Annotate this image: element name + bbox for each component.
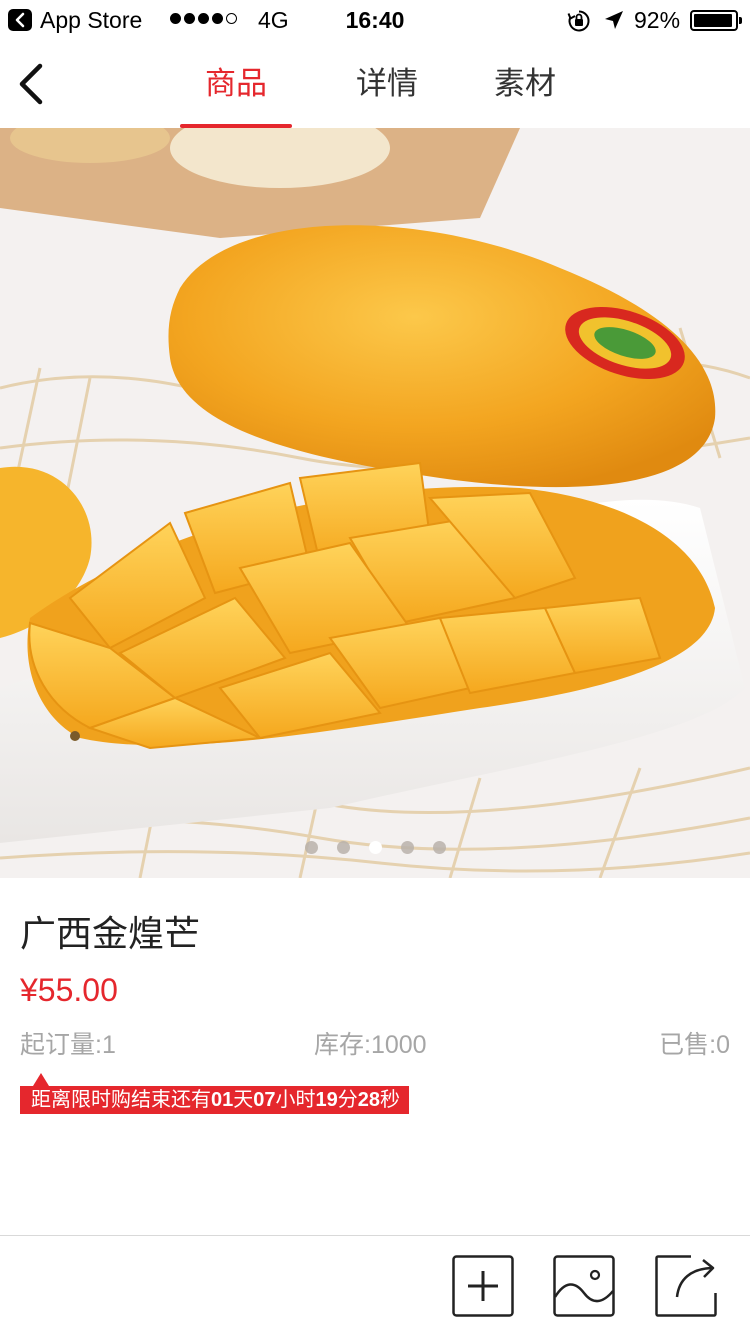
share-button[interactable] xyxy=(655,1255,717,1317)
nav-bar: 商品 详情 素材 xyxy=(0,40,750,128)
tab-materials[interactable]: 素材 xyxy=(456,40,594,128)
bottom-toolbar xyxy=(0,1235,750,1334)
pager-dot[interactable] xyxy=(304,841,318,854)
min-order-quantity: 起订量:1 xyxy=(20,1031,116,1059)
countdown-seconds-unit: 秒 xyxy=(380,1089,400,1111)
image-icon xyxy=(553,1255,615,1317)
countdown-prefix: 距离限时购结束还有 xyxy=(31,1089,211,1111)
tab-details[interactable]: 详情 xyxy=(318,40,456,128)
pager-dot[interactable] xyxy=(400,841,414,854)
countdown-hours-unit: 小时 xyxy=(275,1089,316,1111)
location-icon xyxy=(603,9,625,37)
add-button[interactable] xyxy=(452,1255,514,1317)
tab-product[interactable]: 商品 xyxy=(180,40,292,128)
product-name: 广西金煌芒 xyxy=(20,913,201,954)
chevron-left-icon xyxy=(19,63,43,105)
product-price: ¥55.00 xyxy=(20,972,118,1008)
countdown-days: 01 xyxy=(211,1089,234,1111)
rotation-lock-icon xyxy=(567,9,591,39)
save-image-button[interactable] xyxy=(553,1255,615,1317)
countdown-minutes-unit: 分 xyxy=(337,1089,358,1111)
pager-dot-active[interactable] xyxy=(368,841,382,854)
pager-dot[interactable] xyxy=(336,841,350,854)
flash-sale-countdown: 距离限时购结束还有01天07小时19分28秒 xyxy=(20,1073,409,1114)
carousel-pager xyxy=(0,841,750,854)
tab-bar: 商品 详情 素材 xyxy=(180,40,594,128)
stock-quantity: 库存:1000 xyxy=(314,1031,427,1059)
countdown-minutes: 19 xyxy=(315,1089,338,1111)
sold-count: 已售:0 xyxy=(659,1031,730,1059)
countdown-seconds: 28 xyxy=(357,1089,380,1111)
pager-dot[interactable] xyxy=(432,841,446,854)
add-icon xyxy=(452,1255,514,1317)
status-bar: App Store 4G 16:40 92% xyxy=(0,0,750,40)
battery-percent: 92% xyxy=(634,7,681,33)
countdown-days-unit: 天 xyxy=(233,1089,254,1111)
battery-icon xyxy=(690,10,742,31)
back-button[interactable] xyxy=(10,60,54,110)
share-icon xyxy=(655,1255,717,1317)
countdown-hours: 07 xyxy=(253,1089,276,1111)
product-photo xyxy=(0,128,750,878)
product-image-carousel[interactable] xyxy=(0,128,750,878)
